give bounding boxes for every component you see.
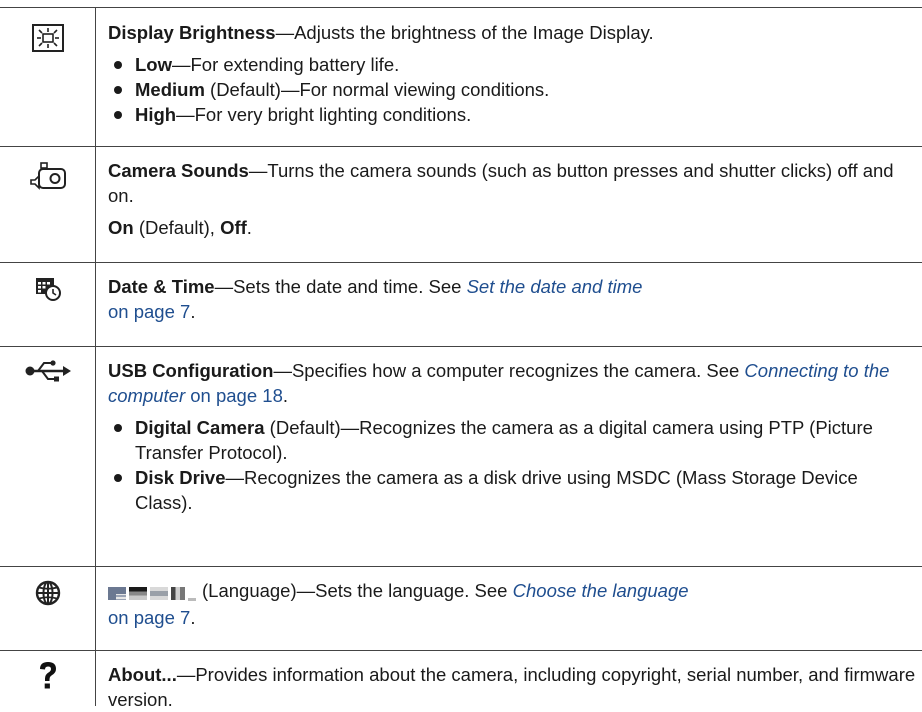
globe-icon — [0, 580, 95, 606]
cell-date-time: Date & Time—Sets the date and time. See … — [108, 276, 643, 322]
usb-icon — [0, 359, 95, 383]
row-divider — [0, 346, 922, 347]
cell-camera-sounds: Camera Sounds—Turns the camera sounds (s… — [108, 158, 920, 240]
display-brightness-icon — [0, 23, 95, 53]
camera-sounds-icon — [0, 160, 95, 194]
cell-usb-configuration: USB Configuration—Specifies how a comput… — [108, 358, 920, 515]
calendar-clock-icon — [0, 276, 95, 302]
setting-title: About... — [108, 664, 177, 685]
setting-title: Camera Sounds — [108, 160, 249, 181]
cell-language: (Language)—Sets the language. See Choose… — [108, 580, 689, 628]
list-item: Medium (Default)—For normal viewing cond… — [108, 77, 920, 102]
list-item: Digital Camera (Default)—Recognizes the … — [108, 415, 920, 465]
question-mark-icon — [0, 660, 95, 690]
setting-title: Date & Time — [108, 276, 215, 297]
setting-description: (Language)—Sets the language. See — [202, 580, 513, 601]
list-item: Disk Drive—Recognizes the camera as a di… — [108, 465, 920, 515]
list-item: High—For very bright lighting conditions… — [108, 102, 920, 127]
setting-description: —Provides information about the camera, … — [108, 664, 916, 710]
setting-title: Display Brightness — [108, 22, 276, 43]
cell-about: About...—Provides information about the … — [108, 662, 920, 712]
list-item: Low—For extending battery life. — [108, 52, 920, 77]
setting-title: USB Configuration — [108, 360, 274, 381]
setting-description: —Specifies how a computer recognizes the… — [273, 360, 745, 381]
default-note: On (Default), Off. — [108, 217, 252, 238]
row-divider — [0, 146, 922, 147]
row-divider — [0, 566, 922, 567]
row-divider — [0, 650, 922, 651]
setting-description: —Sets the date and time. See — [214, 276, 467, 297]
option-list: Digital Camera (Default)—Recognizes the … — [108, 415, 920, 515]
settings-table: Display Brightness—Adjusts the brightnes… — [0, 0, 922, 710]
row-divider — [0, 262, 922, 263]
column-divider — [95, 7, 96, 706]
table-top-border — [0, 7, 922, 8]
option-list: Low—For extending battery life. Medium (… — [108, 52, 920, 127]
cell-display-brightness: Display Brightness—Adjusts the brightnes… — [108, 20, 920, 127]
language-flags-icon — [108, 580, 196, 605]
setting-description: —Adjusts the brightness of the Image Dis… — [275, 22, 654, 43]
